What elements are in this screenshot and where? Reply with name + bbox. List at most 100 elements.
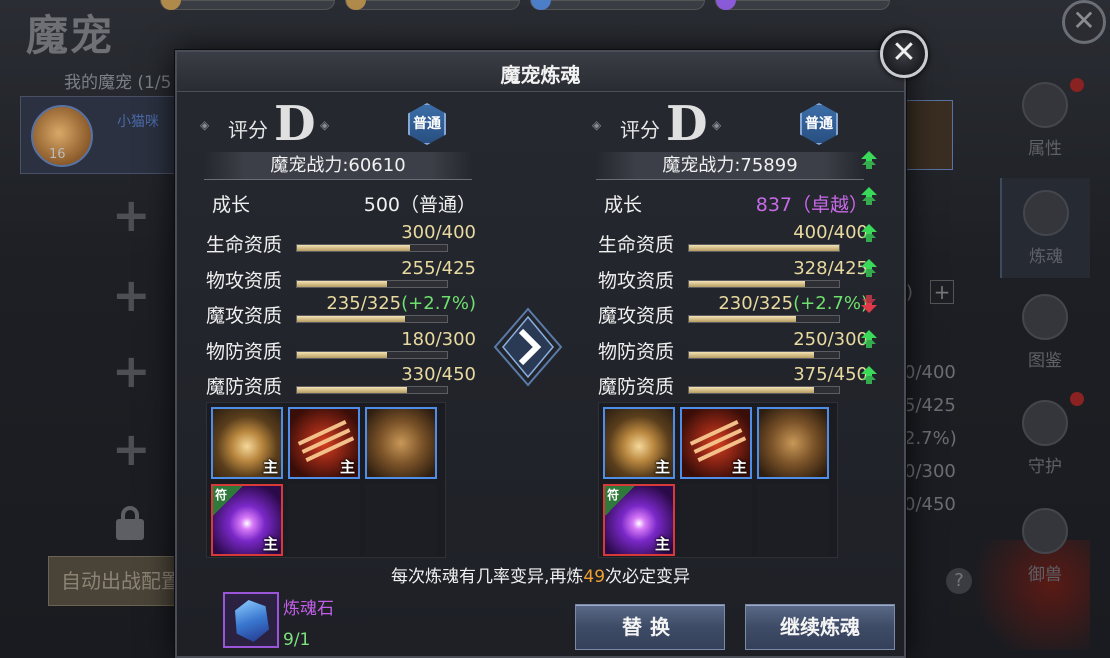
- tab-soul-refine[interactable]: 炼魂: [1000, 178, 1090, 278]
- bear-skill-icon: [367, 409, 435, 477]
- stat-progress-fill: [297, 316, 405, 322]
- growth-value: 500（普通）: [363, 194, 476, 216]
- new-stats-panel: ◈ 评分 D ◈ 普通 魔宠战力:75899 成长 837（卓越） 生命资质 40…: [590, 94, 870, 614]
- tab-beast-tame[interactable]: 御兽: [1000, 496, 1090, 596]
- my-pets-label: 我的魔宠 (1/5: [64, 73, 172, 93]
- stat-progress-bar: [296, 279, 448, 288]
- scroll-icon: [346, 0, 366, 10]
- stat-value: 235/325(+2.7%): [326, 293, 476, 314]
- stat-value: 250/300: [793, 329, 868, 350]
- stat-row: 物防资质 180/300: [206, 329, 476, 365]
- rune-corner-label: 符: [215, 488, 228, 502]
- soul-stone-count: 9/1: [283, 630, 311, 650]
- stat-label: 魔攻资质: [598, 305, 675, 327]
- stat-progress-bar: [296, 244, 448, 252]
- growth-row: 成长 837（卓越）: [598, 186, 868, 222]
- stat-value-main: 300/400: [401, 222, 476, 243]
- skill-slot[interactable]: 主: [288, 407, 360, 479]
- stat-row: 物攻资质 328/425: [598, 258, 868, 294]
- stat-row: 魔防资质 375/450: [598, 364, 868, 400]
- resource-crystal: [715, 0, 890, 10]
- pet-card[interactable]: 16 小猫咪: [20, 96, 185, 174]
- continue-refine-button[interactable]: 继续炼魂: [745, 604, 895, 650]
- replace-button[interactable]: 替换: [575, 604, 725, 650]
- beast-tame-icon: [1022, 508, 1068, 554]
- stat-row: 魔攻资质 230/325(+2.7%): [598, 293, 868, 329]
- hint-prefix: 每次炼魂有几率变异,再炼: [390, 567, 584, 587]
- rune-corner-badge: 符: [213, 486, 243, 516]
- bg-add-button[interactable]: +: [930, 280, 954, 304]
- stat-label: 生命资质: [598, 234, 675, 256]
- skill-slot[interactable]: 符主: [211, 484, 283, 556]
- stat-value-main: 230/325: [718, 293, 794, 314]
- skill-slot[interactable]: 主: [680, 407, 752, 479]
- attribute-icon: [1022, 82, 1068, 128]
- stat-value-main: 400/400: [793, 222, 868, 243]
- stat-value-main: 255/425: [401, 257, 476, 279]
- stat-value: 180/300: [401, 329, 476, 350]
- current-stats-panel: ◈ 评分 D ◈ 普通 魔宠战力:60610 成长 500（普通） 生命资质 30…: [198, 94, 478, 614]
- skill-slot[interactable]: 主: [211, 407, 283, 479]
- stat-label: 生命资质: [206, 234, 283, 256]
- add-pet-slot-3[interactable]: +: [112, 348, 151, 394]
- skill-slot[interactable]: [365, 407, 437, 479]
- stat-value: 375/450: [793, 364, 868, 385]
- skill-slot[interactable]: 符主: [603, 484, 675, 556]
- stat-label: 魔防资质: [598, 376, 675, 398]
- add-pet-slot-1[interactable]: +: [112, 192, 151, 238]
- hint-count: 49: [583, 567, 606, 587]
- stat-progress-bar: [296, 350, 448, 359]
- trend-up-icon: [861, 187, 877, 205]
- add-pet-slot-2[interactable]: +: [112, 272, 151, 318]
- page-close-button[interactable]: ✕: [1062, 0, 1106, 44]
- stat-value: 328/425: [793, 258, 868, 279]
- gold-coin-icon: [161, 0, 181, 10]
- resource-diamond: [530, 0, 705, 10]
- tab-label: 炼魂: [1029, 247, 1063, 267]
- growth-label: 成长: [212, 194, 251, 216]
- grade-label: 评分: [228, 118, 268, 142]
- tab-label: 属性: [1028, 139, 1062, 159]
- stat-label: 魔攻资质: [206, 305, 283, 327]
- growth-row: 成长 500（普通）: [206, 186, 476, 222]
- stat-bonus: (+2.7%): [793, 293, 868, 314]
- trend-up-icon: [861, 259, 877, 277]
- skill-main-tag: 主: [262, 535, 278, 553]
- add-pet-slot-4[interactable]: +: [112, 426, 151, 472]
- stat-progress-fill: [297, 351, 387, 358]
- empty-skill-slot: [757, 484, 829, 556]
- empty-skill-slot: [680, 484, 752, 556]
- skill-slot[interactable]: [757, 407, 829, 479]
- tab-codex[interactable]: 图鉴: [1000, 282, 1090, 382]
- stat-progress-bar: [688, 350, 840, 359]
- auto-deploy-button[interactable]: 自动出战配置: [48, 556, 178, 606]
- soul-refine-dialog: 魔宠炼魂 ◈ 评分 D ◈ 普通 魔宠战力:60610 成长 500（普通） 生…: [175, 50, 906, 658]
- quality-badge: 普通: [800, 103, 838, 145]
- skill-slot[interactable]: 主: [603, 407, 675, 479]
- growth-label: 成长: [604, 194, 643, 216]
- stat-value: 255/425: [401, 258, 476, 279]
- stat-progress-fill: [689, 280, 805, 287]
- stat-label: 物攻资质: [598, 269, 675, 292]
- side-tab-column: 属性 炼魂 图鉴 守护 御兽: [1000, 70, 1090, 630]
- pet-power: 魔宠战力:60610: [204, 152, 472, 180]
- stat-value: 300/400: [401, 222, 476, 243]
- ornament-icon: ◈: [592, 118, 602, 132]
- skill-main-tag: 主: [262, 458, 278, 476]
- grade-row: ◈ 评分 D ◈ 普通: [198, 96, 478, 152]
- stat-progress-bar: [688, 386, 840, 394]
- resource-bar: [160, 0, 920, 10]
- soul-stone-icon: [235, 600, 269, 642]
- pet-level: 16: [49, 147, 66, 162]
- stat-progress-bar: [688, 315, 840, 323]
- bg-stat-fragment: 0/300: [904, 461, 956, 482]
- grade-label: 评分: [620, 118, 660, 142]
- stat-row: 魔攻资质 235/325(+2.7%): [206, 293, 476, 329]
- stat-value: 230/325(+2.7%): [718, 293, 868, 314]
- notification-dot: [1070, 78, 1084, 92]
- dialog-close-button[interactable]: ✕: [880, 30, 928, 78]
- stat-label: 物防资质: [598, 340, 675, 363]
- trend-down-icon: [861, 295, 877, 313]
- stat-progress-fill: [689, 387, 814, 393]
- soul-stone-item[interactable]: [223, 592, 279, 648]
